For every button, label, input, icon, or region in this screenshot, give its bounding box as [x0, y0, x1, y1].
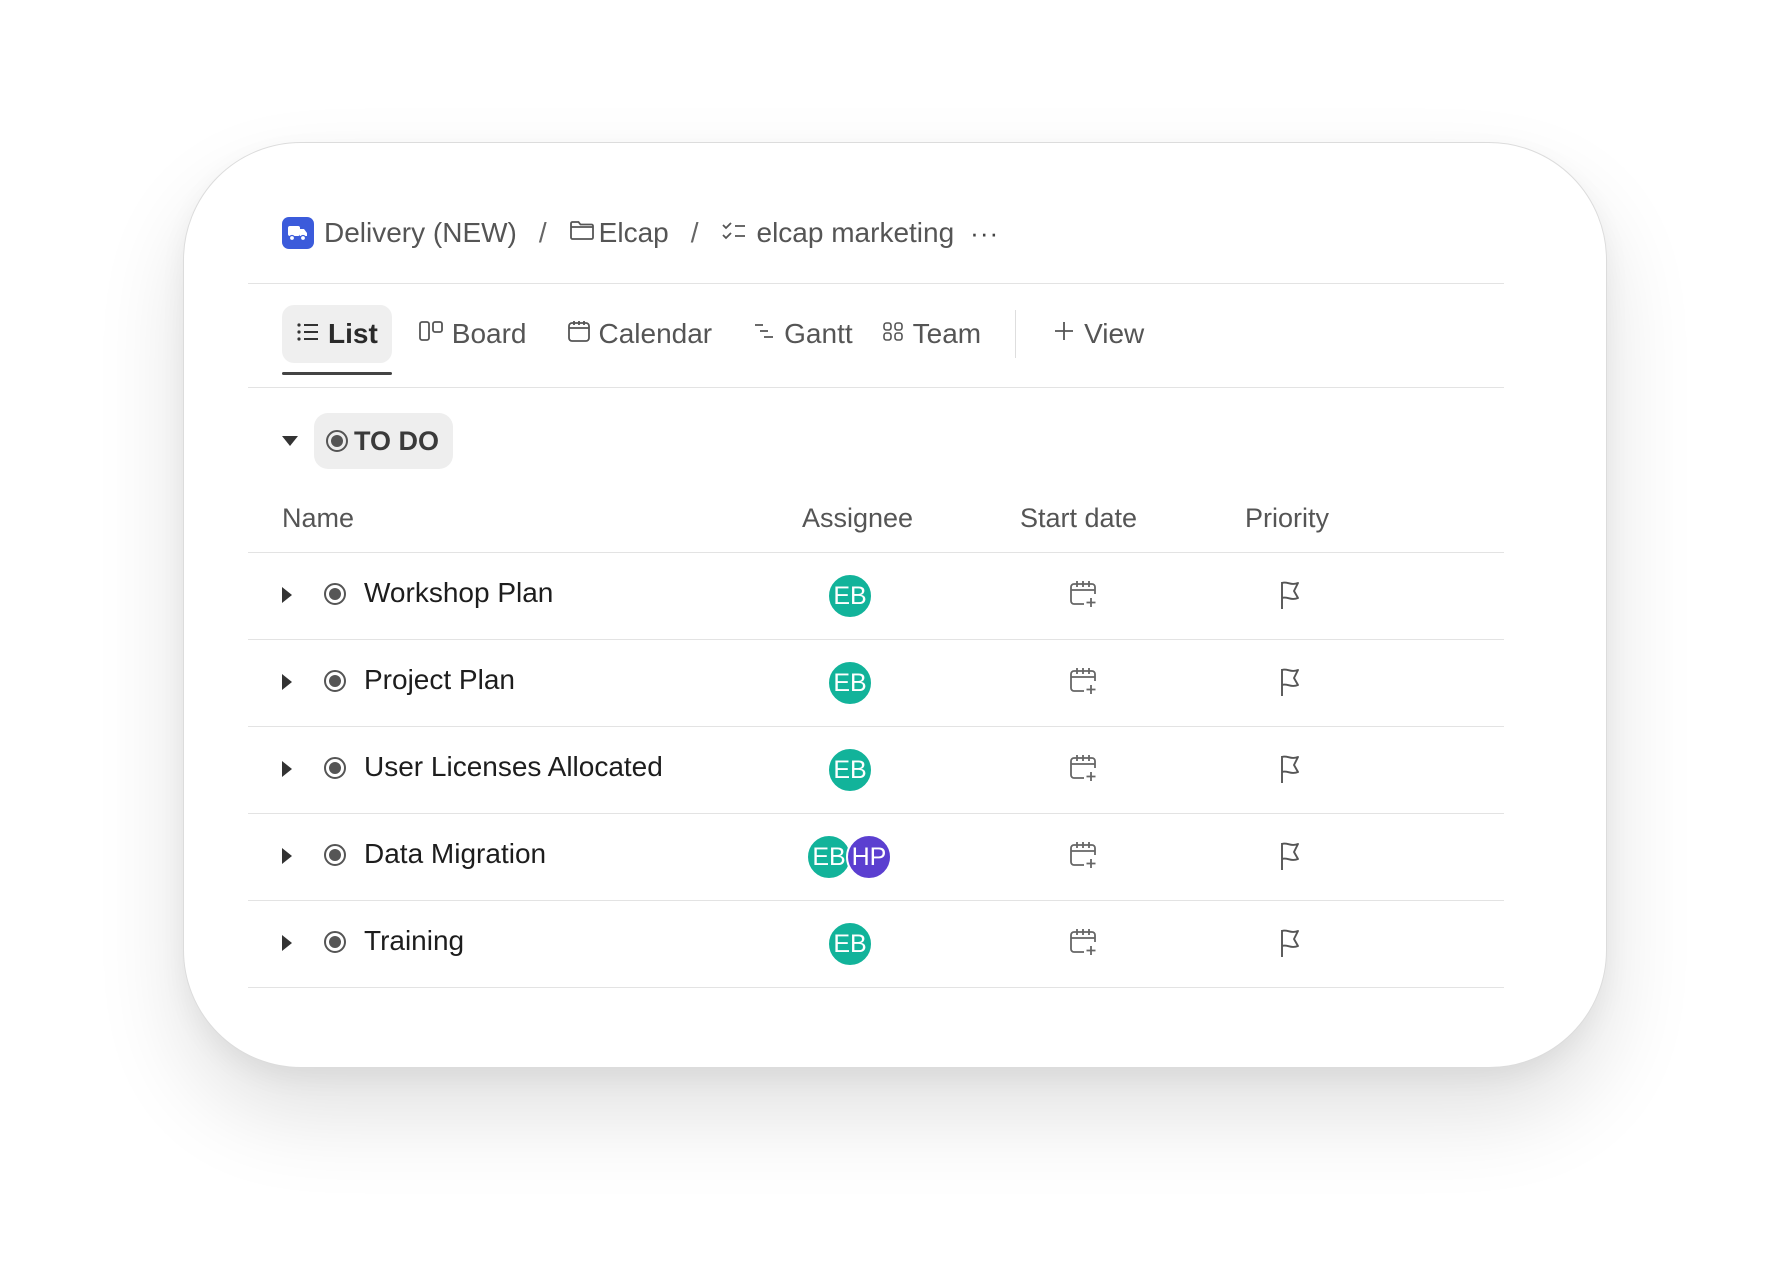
breadcrumb-space-label: Delivery (NEW) [324, 217, 517, 248]
status-circle-icon [326, 430, 348, 452]
breadcrumb-separator: / [690, 217, 699, 248]
status-group-header: TO DO [282, 413, 454, 469]
view-tabs: List Board Calendar Gantt Team View [282, 305, 1158, 375]
column-header-start-date[interactable]: Start date [1020, 503, 1137, 534]
column-header-priority[interactable]: Priority [1245, 503, 1329, 534]
status-circle-icon[interactable] [324, 583, 346, 605]
assignee-avatars[interactable]: EB [827, 573, 873, 619]
list-icon [296, 318, 320, 350]
expand-caret-icon[interactable] [282, 935, 292, 951]
tab-list[interactable]: List [282, 305, 392, 375]
task-list: Workshop Plan EB Project Plan EB User Li… [248, 553, 1504, 988]
table-row[interactable]: Project Plan EB [248, 640, 1504, 727]
calendar-add-icon[interactable] [1068, 666, 1098, 701]
tab-label: Team [912, 318, 982, 349]
breadcrumb-folder[interactable]: Elcap [569, 217, 669, 249]
flag-icon[interactable] [1278, 579, 1304, 616]
tabs-divider [1015, 310, 1017, 358]
breadcrumb-list-label: elcap marketing [756, 217, 955, 248]
flag-icon[interactable] [1278, 840, 1304, 877]
status-circle-icon[interactable] [324, 844, 346, 866]
tab-team[interactable]: Team [867, 305, 995, 363]
assignee-avatars[interactable]: EB [827, 921, 873, 967]
status-circle-icon[interactable] [324, 757, 346, 779]
add-view-button[interactable]: View [1038, 305, 1158, 363]
tab-calendar[interactable]: Calendar [553, 305, 727, 363]
tab-gantt[interactable]: Gantt [738, 305, 866, 363]
assignee-avatars[interactable]: EB HP [806, 834, 892, 880]
assignee-avatars[interactable]: EB [827, 747, 873, 793]
team-icon [881, 318, 905, 350]
plus-icon [1052, 318, 1076, 350]
breadcrumb-list[interactable]: elcap marketing [721, 217, 955, 249]
avatar[interactable]: EB [827, 747, 873, 793]
status-circle-icon[interactable] [324, 931, 346, 953]
calendar-add-icon[interactable] [1068, 840, 1098, 875]
status-circle-icon[interactable] [324, 670, 346, 692]
column-header-name[interactable]: Name [282, 503, 354, 534]
expand-caret-icon[interactable] [282, 587, 292, 603]
expand-caret-icon[interactable] [282, 848, 292, 864]
task-name[interactable]: User Licenses Allocated [364, 751, 663, 783]
flag-icon[interactable] [1278, 927, 1304, 964]
tab-label: Board [451, 318, 527, 349]
checklist-icon [721, 217, 747, 249]
status-label: TO DO [354, 425, 440, 456]
tab-label: List [328, 318, 378, 349]
column-header-assignee[interactable]: Assignee [802, 503, 913, 534]
collapse-caret-icon[interactable] [282, 436, 298, 446]
assignee-avatars[interactable]: EB [827, 660, 873, 706]
add-view-label: View [1084, 318, 1145, 349]
table-row[interactable]: Data Migration EB HP [248, 814, 1504, 901]
calendar-add-icon[interactable] [1068, 579, 1098, 614]
status-badge[interactable]: TO DO [314, 413, 454, 469]
gantt-icon [752, 318, 776, 350]
avatar[interactable]: EB [827, 660, 873, 706]
divider [248, 387, 1504, 388]
list-view-card: Delivery (NEW) / Elcap / elcap marketing… [183, 142, 1607, 1068]
task-name[interactable]: Training [364, 925, 464, 957]
delivery-truck-icon [282, 217, 314, 249]
task-name[interactable]: Project Plan [364, 664, 515, 696]
board-icon [418, 318, 444, 350]
tab-label: Gantt [784, 318, 853, 349]
calendar-add-icon[interactable] [1068, 927, 1098, 962]
avatar[interactable]: EB [827, 573, 873, 619]
more-options-icon[interactable]: ··· [970, 218, 999, 249]
folder-icon [569, 217, 595, 249]
avatar[interactable]: EB [827, 921, 873, 967]
flag-icon[interactable] [1278, 753, 1304, 790]
flag-icon[interactable] [1278, 666, 1304, 703]
expand-caret-icon[interactable] [282, 761, 292, 777]
table-row[interactable]: User Licenses Allocated EB [248, 727, 1504, 814]
expand-caret-icon[interactable] [282, 674, 292, 690]
divider [248, 283, 1504, 284]
table-row[interactable]: Training EB [248, 901, 1504, 988]
table-header: Name Assignee Start date Priority [248, 493, 1504, 545]
breadcrumb-space[interactable]: Delivery (NEW) [282, 217, 517, 249]
table-row[interactable]: Workshop Plan EB [248, 553, 1504, 640]
task-name[interactable]: Workshop Plan [364, 577, 553, 609]
tab-board[interactable]: Board [404, 305, 541, 363]
calendar-icon [567, 318, 591, 350]
avatar[interactable]: HP [846, 834, 892, 880]
breadcrumb: Delivery (NEW) / Elcap / elcap marketing… [282, 213, 999, 253]
calendar-add-icon[interactable] [1068, 753, 1098, 788]
tab-label: Calendar [598, 318, 713, 349]
breadcrumb-separator: / [538, 217, 547, 248]
task-name[interactable]: Data Migration [364, 838, 546, 870]
breadcrumb-folder-label: Elcap [598, 217, 669, 248]
